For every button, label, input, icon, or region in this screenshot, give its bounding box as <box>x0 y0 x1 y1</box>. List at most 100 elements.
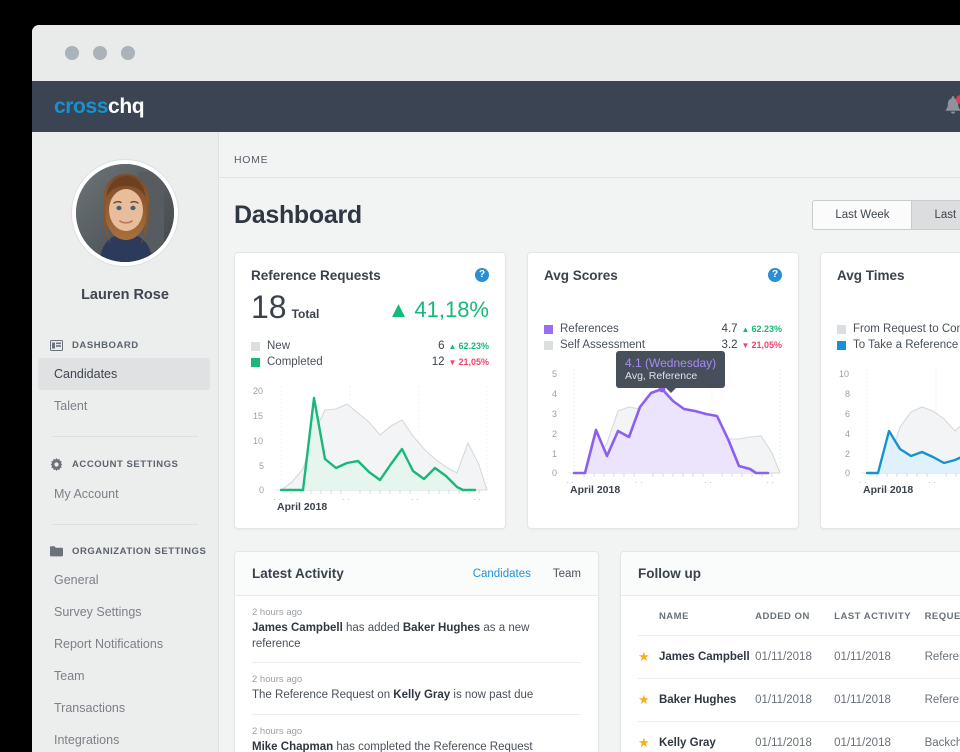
legend-value: 12 <box>431 356 445 368</box>
favorite-star-icon[interactable]: ★ <box>638 678 659 722</box>
svg-text:Mon: Mon <box>766 481 784 483</box>
browser-window: crosschq Lauren Rose DASHBOARD Candidate… <box>32 25 960 752</box>
sidebar-group-account-settings: ACCOUNT SETTINGS <box>32 451 218 478</box>
cell-added-on: 01/11/2018 <box>755 635 835 679</box>
sidebar-group-organization-settings: ORGANIZATION SETTINGS <box>32 539 218 564</box>
tab-team[interactable]: Team <box>553 568 581 580</box>
date-range-toggle: Last Week Last M <box>812 200 960 230</box>
sidebar-item-candidates[interactable]: Candidates <box>38 358 210 390</box>
list-item[interactable]: 2 hours ago James Campbell has added Bak… <box>252 596 581 664</box>
legend-delta: ▲ 62.23% <box>742 324 782 334</box>
brand-logo[interactable]: crosschq <box>54 94 145 119</box>
tooltip-value: 4.1 (Wednesday) <box>625 356 717 370</box>
cell-name: Kelly Gray <box>658 721 756 752</box>
legend-row: To Take a Reference <box>837 337 960 353</box>
table-col-name[interactable]: NAME <box>658 596 756 636</box>
window-dot-close[interactable] <box>65 46 79 60</box>
main-content: HOME Dashboard Last Week Last M Referenc… <box>219 132 960 752</box>
legend-label: Self Assessment <box>560 339 646 351</box>
legend-label: Completed <box>267 356 323 368</box>
window-dot-minimize[interactable] <box>93 46 107 60</box>
svg-text:4: 4 <box>552 389 557 399</box>
list-item[interactable]: 2 hours ago The Reference Request on Kel… <box>252 663 581 715</box>
legend-delta: ▼ 21,05% <box>449 357 489 367</box>
sidebar: Lauren Rose DASHBOARD Candidates Talent <box>32 132 219 752</box>
sidebar-item-integrations[interactable]: Integrations <box>32 724 218 752</box>
sidebar-item-report-notifications[interactable]: Report Notifications <box>32 628 218 660</box>
y-axis-labels: 5 4 3 2 1 0 <box>552 369 557 478</box>
series-references-area <box>574 389 756 473</box>
legend-label: To Take a Reference <box>853 339 959 351</box>
range-last-month-button[interactable]: Last M <box>912 200 960 230</box>
bottom-card-row: Latest Activity Candidates Team 2 hours … <box>219 529 960 752</box>
trend-up-icon: ▲ <box>387 297 410 322</box>
sidebar-nav: DASHBOARD Candidates Talent ACCOUNT SETT… <box>32 333 218 752</box>
legend-swatch-take-reference <box>837 340 846 350</box>
card-header: Follow up <box>621 552 960 596</box>
cell-added-on: 01/11/2018 <box>755 721 835 752</box>
folder-icon <box>50 546 63 557</box>
legend-delta: ▼ 21,05% <box>742 340 782 350</box>
kpi-total: 18 Total <box>251 291 319 323</box>
list-item[interactable]: 2 hours ago Mike Chapman has completed t… <box>252 715 581 752</box>
card-latest-activity: Latest Activity Candidates Team 2 hours … <box>234 551 599 752</box>
help-icon[interactable]: ? <box>475 268 489 282</box>
cell-last-activity: 01/11/2018 <box>834 678 925 722</box>
svg-text:Mon: Mon <box>704 481 722 483</box>
sidebar-item-talent[interactable]: Talent <box>32 390 218 422</box>
sidebar-divider-2 <box>52 524 198 525</box>
sidebar-item-survey-settings[interactable]: Survey Settings <box>32 596 218 628</box>
svg-text:5: 5 <box>259 461 264 471</box>
sidebar-item-team[interactable]: Team <box>32 660 218 692</box>
app-header: crosschq <box>32 81 960 132</box>
svg-text:5: 5 <box>552 369 557 379</box>
table-row[interactable]: ★ Baker Hughes 01/11/2018 01/11/2018 Ref… <box>638 678 960 722</box>
table-col-request[interactable]: REQUEST <box>924 596 960 636</box>
svg-text:0: 0 <box>259 485 264 495</box>
card-title: Avg Scores <box>544 268 618 283</box>
breadcrumb-home[interactable]: HOME <box>234 154 268 166</box>
svg-text:20: 20 <box>253 386 263 396</box>
breadcrumb: HOME <box>219 132 960 178</box>
help-icon[interactable]: ? <box>768 268 782 282</box>
table-col-added-on[interactable]: ADDED ON <box>755 596 835 636</box>
favorite-star-icon[interactable]: ★ <box>638 635 659 679</box>
table-head: NAME ADDED ON LAST ACTIVITY REQUEST <box>638 596 960 636</box>
avg-times-chart: 10 8 6 4 2 0 April 2018 <box>837 363 960 503</box>
cell-last-activity: 01/11/2018 <box>834 721 925 752</box>
follow-up-table: NAME ADDED ON LAST ACTIVITY REQUEST ★ <box>638 596 960 752</box>
kpi-delta: ▲ 41,18% <box>388 297 489 323</box>
card-header: Avg Times <box>837 268 960 283</box>
brand-logo-second: chq <box>108 94 145 118</box>
chart-month-label: April 2018 <box>570 484 621 496</box>
card-title: Follow up <box>638 566 701 581</box>
window-dot-maximize[interactable] <box>121 46 135 60</box>
x-axis-labels: Mon Mon Mon Mon <box>273 498 491 500</box>
table-row[interactable]: ★ Kelly Gray 01/11/2018 01/11/2018 Backc… <box>638 721 960 752</box>
avatar[interactable] <box>72 160 178 266</box>
svg-text:Mon: Mon <box>635 481 653 483</box>
table-row[interactable]: ★ James Campbell 01/11/2018 01/11/2018 R… <box>638 635 960 679</box>
legend-delta-value: 21,05% <box>751 340 782 350</box>
tab-candidates[interactable]: Candidates <box>473 568 531 580</box>
x-tick-marks <box>583 473 773 477</box>
svg-text:0: 0 <box>552 468 557 478</box>
range-last-week-button[interactable]: Last Week <box>812 200 913 230</box>
sidebar-item-my-account[interactable]: My Account <box>32 478 218 510</box>
sidebar-item-general[interactable]: General <box>32 564 218 596</box>
page-title-row: Dashboard Last Week Last M <box>219 178 960 252</box>
legend-swatch-new <box>251 341 260 351</box>
legend-row: New 6 ▲ 62.23% <box>251 338 489 354</box>
card-title: Avg Times <box>837 268 905 283</box>
legend-row: References 4.7 ▲ 62.23% <box>544 321 782 337</box>
activity-text: James Campbell has added Baker Hughes as… <box>252 621 581 652</box>
svg-text:2: 2 <box>845 449 850 459</box>
favorite-star-icon[interactable]: ★ <box>638 721 659 752</box>
chart-svg: 10 8 6 4 2 0 <box>839 369 960 483</box>
notifications-button[interactable] <box>942 94 960 119</box>
kpi-card-row: Reference Requests ? 18 Total ▲ 41,18% New… <box>219 252 960 529</box>
sidebar-item-transactions[interactable]: Transactions <box>32 692 218 724</box>
card-legend: References 4.7 ▲ 62.23% Self Assessment 3… <box>544 321 782 353</box>
table-col-last-activity[interactable]: LAST ACTIVITY <box>834 596 925 636</box>
svg-text:4: 4 <box>845 429 850 439</box>
